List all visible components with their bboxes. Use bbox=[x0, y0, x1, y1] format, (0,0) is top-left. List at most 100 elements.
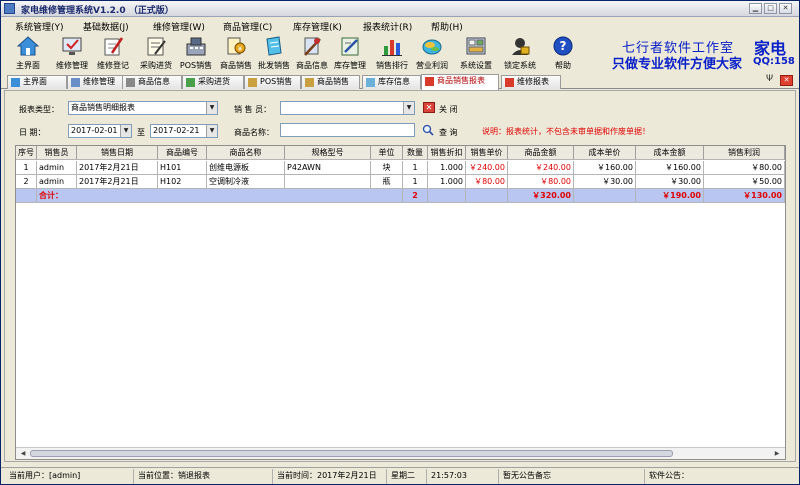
table-header: 序号 销售员 销售日期 商品编号 商品名称 规格型号 单位 数量 销售折扣 销售… bbox=[16, 146, 785, 160]
col-product-name[interactable]: 商品名称 bbox=[207, 146, 285, 160]
date-from-picker[interactable]: 2017-02-01 ▼ bbox=[68, 124, 132, 138]
totals-label: 合计： bbox=[37, 189, 403, 203]
product-name-input[interactable] bbox=[280, 123, 415, 137]
wholesale-book-icon bbox=[266, 36, 282, 56]
brand-qq: QQ:158 bbox=[753, 56, 795, 67]
menu-goods[interactable]: 商品管理(C) bbox=[223, 20, 272, 33]
tab-goods-sale[interactable]: 商品销售 bbox=[301, 75, 360, 89]
scroll-thumb[interactable] bbox=[30, 450, 673, 457]
col-unit[interactable]: 单位 bbox=[371, 146, 403, 160]
menu-bar: 系统管理(Y) 基础数据(J) 维修管理(W) 商品管理(C) 库存管理(K) … bbox=[1, 18, 799, 33]
tab-purchase[interactable]: 采购进货 bbox=[182, 75, 244, 89]
date-to-label: 至 bbox=[137, 128, 145, 137]
close-window-button[interactable]: ✕ bbox=[779, 3, 792, 14]
tab-pos-sale[interactable]: POS销售 bbox=[244, 75, 301, 89]
svg-text:?: ? bbox=[560, 39, 567, 53]
tab-goods-info[interactable]: 商品信息 bbox=[122, 75, 182, 89]
report-chart-icon bbox=[425, 77, 434, 86]
tab-repair-report[interactable]: 维修报表 bbox=[501, 75, 561, 89]
product-name-label: 商品名称： bbox=[234, 128, 274, 137]
status-clock: 21:57:03 bbox=[426, 469, 467, 484]
lock-system-button[interactable]: 锁定系统 bbox=[501, 35, 539, 71]
report-type-select[interactable]: 商品销售明细报表 ▼ bbox=[68, 101, 218, 115]
inventory-icon bbox=[341, 37, 359, 56]
salesperson-select[interactable]: ▼ bbox=[280, 101, 415, 115]
home-button[interactable]: 主界面 bbox=[9, 35, 47, 71]
repair-manage-button[interactable]: 维修管理 bbox=[53, 35, 91, 71]
table-row[interactable]: 1 admin 2017年2月21日 H101 创维电源板 P42AWN 块 1… bbox=[16, 161, 785, 175]
col-discount[interactable]: 销售折扣 bbox=[428, 146, 466, 160]
col-cost-amount[interactable]: 成本金额 bbox=[636, 146, 704, 160]
minimize-button[interactable]: ▁ bbox=[749, 3, 762, 14]
home-icon bbox=[17, 36, 39, 56]
goods-info-icon bbox=[304, 37, 321, 56]
chevron-down-icon[interactable]: ▼ bbox=[403, 102, 414, 114]
business-profit-button[interactable]: 营业利润 bbox=[413, 35, 451, 71]
tab-home[interactable]: 主界面 bbox=[7, 75, 67, 89]
bar-chart-icon bbox=[382, 40, 402, 56]
chevron-down-icon[interactable]: ▼ bbox=[206, 102, 217, 114]
menu-repair[interactable]: 维修管理(W) bbox=[153, 20, 205, 33]
window-title: 家电维修管理系统V1.2.0 （正式版） bbox=[21, 6, 174, 16]
pin-tab-icon[interactable]: Ψ bbox=[763, 75, 776, 86]
sales-rank-button[interactable]: 销售排行 bbox=[373, 35, 411, 71]
inventory-manage-button[interactable]: 库存管理 bbox=[331, 35, 369, 71]
system-settings-button[interactable]: 系统设置 bbox=[457, 35, 495, 71]
salesperson-label: 销 售 员： bbox=[234, 105, 272, 114]
settings-panel-icon bbox=[466, 37, 486, 55]
close-icon[interactable]: ✕ bbox=[423, 102, 435, 113]
date-label: 日 期： bbox=[19, 128, 46, 137]
menu-help[interactable]: 帮助(H) bbox=[431, 20, 463, 33]
col-amount[interactable]: 商品金额 bbox=[508, 146, 574, 160]
col-profit[interactable]: 销售利润 bbox=[704, 146, 785, 160]
help-button[interactable]: ? 帮助 bbox=[544, 35, 582, 71]
repair-register-button[interactable]: 维修登记 bbox=[94, 35, 132, 71]
menu-basic-data[interactable]: 基础数据(J) bbox=[83, 20, 129, 33]
search-icon[interactable] bbox=[422, 124, 434, 136]
pos-register-icon bbox=[186, 37, 206, 56]
totals-amount: ￥320.00 bbox=[508, 189, 574, 203]
monitor-icon bbox=[71, 78, 80, 87]
col-quantity[interactable]: 数量 bbox=[403, 146, 428, 160]
lock-user-icon bbox=[512, 38, 530, 55]
sales-report-table: 序号 销售员 销售日期 商品编号 商品名称 规格型号 单位 数量 销售折扣 销售… bbox=[15, 145, 786, 460]
close-label[interactable]: 关 闭 bbox=[439, 104, 458, 115]
profit-globe-icon bbox=[422, 39, 442, 55]
tab-repair-manage[interactable]: 维修管理 bbox=[67, 75, 127, 89]
col-sale-date[interactable]: 销售日期 bbox=[77, 146, 158, 160]
col-cost-price[interactable]: 成本单价 bbox=[574, 146, 636, 160]
menu-system[interactable]: 系统管理(Y) bbox=[15, 20, 64, 33]
brand-slogan: 只做专业软件方便大家 bbox=[612, 57, 743, 72]
menu-inventory[interactable]: 库存管理(K) bbox=[293, 20, 342, 33]
query-label[interactable]: 查 询 bbox=[439, 127, 458, 138]
maximize-button[interactable]: □ bbox=[764, 3, 777, 14]
totals-row: 合计： 2 ￥320.00 ￥190.00 ￥130.00 bbox=[16, 189, 785, 203]
col-product-code[interactable]: 商品编号 bbox=[158, 146, 207, 160]
status-user: 当前用户：[admin] bbox=[9, 471, 81, 480]
tab-inventory-info[interactable]: 库存信息 bbox=[362, 75, 421, 89]
scroll-right-icon[interactable]: ▶ bbox=[772, 449, 782, 458]
col-sale-price[interactable]: 销售单价 bbox=[466, 146, 508, 160]
register-pen-icon bbox=[104, 37, 124, 56]
status-bar: 当前用户：[admin] 当前位置：销退报表 当前时间：2017年2月21日 星… bbox=[1, 467, 799, 484]
pos-sale-button[interactable]: POS销售 bbox=[177, 35, 215, 71]
chevron-down-icon[interactable]: ▼ bbox=[206, 125, 217, 137]
scroll-left-icon[interactable]: ◀ bbox=[18, 449, 28, 458]
horizontal-scrollbar[interactable]: ◀ ▶ bbox=[16, 447, 785, 459]
help-icon: ? bbox=[553, 36, 573, 56]
date-to-picker[interactable]: 2017-02-21 ▼ bbox=[150, 124, 218, 138]
table-row[interactable]: 2 admin 2017年2月21日 H102 空调制冷液 瓶 1 1.000 … bbox=[16, 175, 785, 189]
close-tab-button[interactable]: ✕ bbox=[780, 75, 793, 86]
monitor-check-icon bbox=[62, 37, 82, 55]
chevron-down-icon[interactable]: ▼ bbox=[120, 125, 131, 137]
col-index[interactable]: 序号 bbox=[16, 146, 37, 160]
menu-reports[interactable]: 报表统计(R) bbox=[363, 20, 412, 33]
goods-sale-icon: ¥ bbox=[227, 37, 246, 55]
grid-icon bbox=[126, 78, 135, 87]
tab-goods-sale-report[interactable]: 商品销售报表 bbox=[421, 74, 499, 90]
col-salesperson[interactable]: 销售员 bbox=[37, 146, 77, 160]
status-memo: 暂无公告备忘 bbox=[498, 469, 551, 484]
pos-icon bbox=[248, 78, 257, 87]
purchase-button[interactable]: 采购进货 bbox=[137, 35, 175, 71]
col-spec-model[interactable]: 规格型号 bbox=[285, 146, 371, 160]
